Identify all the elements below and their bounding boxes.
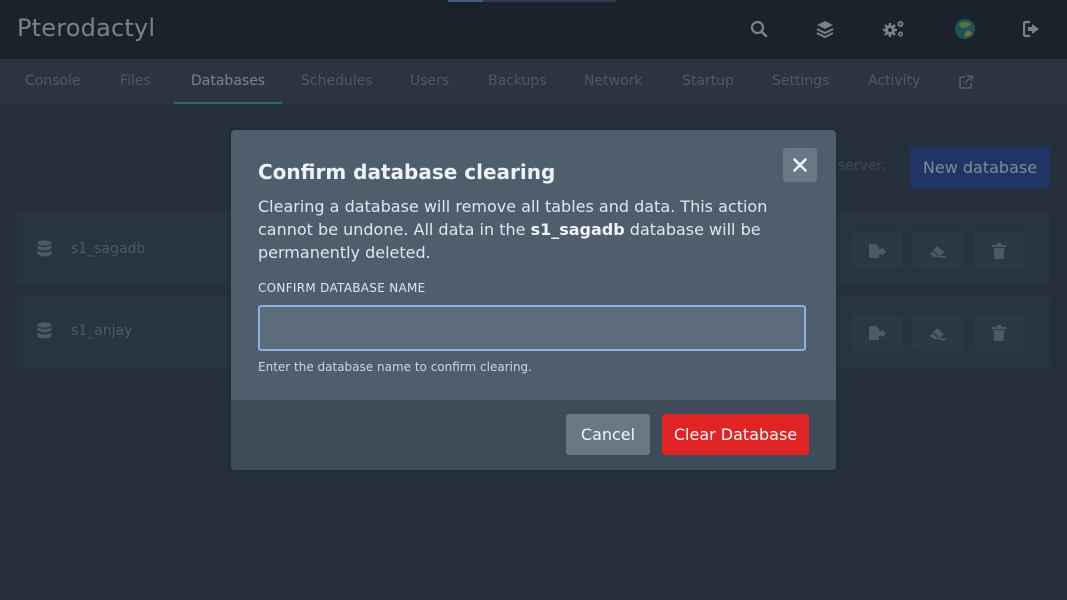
confirm-name-input[interactable] — [258, 305, 806, 351]
close-icon — [793, 158, 807, 172]
cancel-button[interactable]: Cancel — [566, 414, 650, 455]
clear-database-button[interactable]: Clear Database — [662, 414, 809, 455]
database-name-highlight: s1_sagadb — [530, 220, 625, 239]
confirm-clear-modal: Confirm database clearing Clearing a dat… — [231, 130, 836, 470]
modal-title: Confirm database clearing — [258, 160, 556, 184]
modal-description: Clearing a database will remove all tabl… — [258, 197, 768, 262]
confirm-name-help: Enter the database name to confirm clear… — [258, 360, 532, 374]
modal-footer: Cancel Clear Database — [231, 400, 836, 470]
confirm-name-label: CONFIRM DATABASE NAME — [258, 281, 426, 295]
close-button[interactable] — [783, 148, 817, 182]
